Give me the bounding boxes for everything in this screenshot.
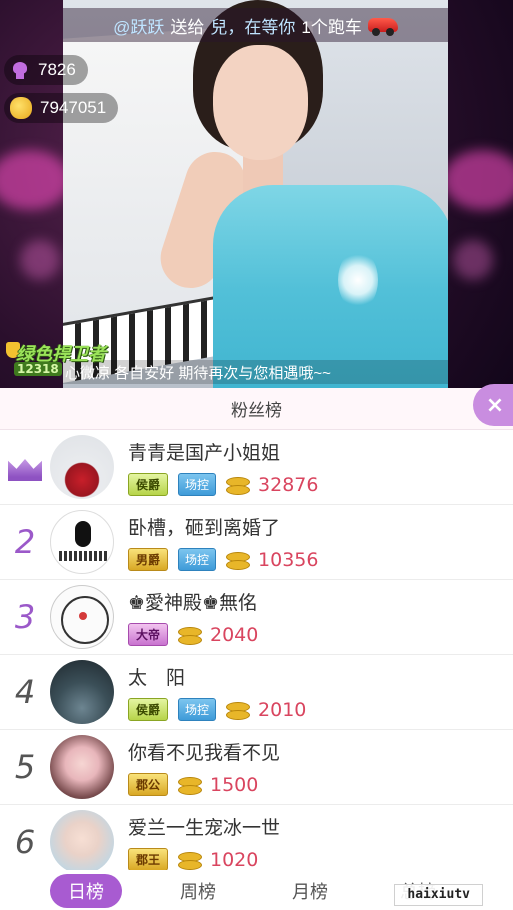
- coin-bag-icon: [10, 97, 32, 119]
- rank-number: 3: [14, 598, 36, 636]
- ranking-row[interactable]: 青青是国产小姐姐 侯爵 场控 32876: [0, 430, 513, 505]
- coin-count: 7947051: [40, 98, 107, 117]
- tab-daily[interactable]: 日榜: [50, 874, 122, 908]
- fan-info: 爱兰一生宠冰一世 郡王 1020: [128, 813, 280, 871]
- coin-icon: [226, 700, 251, 720]
- fan-meta: 侯爵 场控 32876: [128, 473, 318, 496]
- panel-title: 粉丝榜: [231, 401, 282, 421]
- fan-meta: 侯爵 场控 2010: [128, 698, 306, 721]
- fan-name: 卧槽，砸到离婚了: [128, 517, 281, 539]
- avatar[interactable]: [50, 435, 114, 499]
- rank-number: 4: [14, 673, 36, 711]
- logo-number: 12318: [14, 362, 62, 376]
- contribution-amount: 2010: [258, 698, 307, 721]
- rank-number: 2: [14, 523, 36, 561]
- fan-name: 青青是国产小姐姐: [128, 442, 281, 464]
- fan-meta: 郡王 1020: [128, 848, 280, 871]
- contribution-amount: 32876: [258, 473, 319, 496]
- coin-icon: [226, 475, 251, 495]
- avatar[interactable]: [50, 585, 114, 649]
- panel-header: 粉丝榜: [0, 388, 513, 430]
- contribution-amount: 1500: [210, 773, 259, 796]
- fan-name: 你看不见我看不见: [128, 742, 281, 764]
- fan-name: ♚愛神殿♚無佲: [128, 592, 258, 614]
- close-button[interactable]: ×: [473, 384, 513, 426]
- gift-action: 送给: [170, 17, 205, 37]
- fan-info: 青青是国产小姐姐 侯爵 场控 32876: [128, 438, 318, 496]
- sports-car-icon: [367, 18, 398, 36]
- rank-number: 6: [14, 823, 36, 861]
- admin-badge: 场控: [178, 473, 217, 496]
- gift-name: 1个跑车: [301, 17, 362, 37]
- coin-icon: [178, 775, 202, 795]
- dress-jewel: [338, 250, 378, 310]
- contribution-amount: 1020: [210, 848, 259, 871]
- noble-badge: 大帝: [128, 623, 168, 646]
- fan-meta: 男爵 场控 10356: [128, 548, 318, 571]
- fan-info: ♚愛神殿♚無佲 大帝 2040: [128, 588, 258, 646]
- gift-sender[interactable]: @跃跃: [113, 13, 164, 38]
- fan-name: 太 阳: [128, 667, 186, 689]
- coin-icon: [178, 625, 202, 645]
- stage-light: [453, 240, 493, 280]
- flower-icon: [10, 60, 30, 80]
- tab-weekly[interactable]: 周榜: [180, 878, 216, 904]
- watermark: haixiutv: [394, 884, 483, 906]
- noble-badge: 侯爵: [128, 473, 168, 496]
- avatar[interactable]: [50, 660, 114, 724]
- coin-count-pill[interactable]: 7947051: [4, 93, 119, 123]
- crown-icon: [6, 453, 44, 481]
- coin-icon: [178, 850, 202, 870]
- ranking-row[interactable]: 4 太 阳 侯爵 场控 2010: [0, 655, 513, 730]
- stage-light: [20, 240, 60, 280]
- admin-badge: 场控: [178, 698, 217, 721]
- ranking-row[interactable]: 3 ♚愛神殿♚無佲 大帝 2040: [0, 580, 513, 655]
- stage-light: [443, 150, 513, 210]
- tab-monthly[interactable]: 月榜: [292, 878, 328, 904]
- contribution-amount: 10356: [258, 548, 319, 571]
- fan-info: 卧槽，砸到离婚了 男爵 场控 10356: [128, 513, 318, 571]
- fan-ranking-panel: 粉丝榜 × 青青是国产小姐姐 侯爵 场控 32876 2 卧槽，砸到离婚了 男爵…: [0, 384, 513, 910]
- avatar[interactable]: [50, 510, 114, 574]
- ranking-row[interactable]: 6 爱兰一生宠冰一世 郡王 1020: [0, 805, 513, 880]
- admin-badge: 场控: [178, 548, 217, 571]
- avatar[interactable]: [50, 735, 114, 799]
- noble-badge: 侯爵: [128, 698, 168, 721]
- rank-number: 5: [14, 748, 36, 786]
- noble-badge: 郡公: [128, 773, 168, 796]
- rank-badge: [0, 453, 50, 481]
- flower-count-pill[interactable]: 7826: [4, 55, 88, 85]
- live-stream-view[interactable]: @跃跃 送给 兒，在等你 1个跑车 7826 7947051 心微凉 各自安好 …: [0, 0, 513, 390]
- contribution-amount: 2040: [210, 623, 259, 646]
- gift-target: 兒，在等你: [210, 17, 296, 37]
- ranking-row[interactable]: 2 卧槽，砸到离婚了 男爵 场控 10356: [0, 505, 513, 580]
- ranking-row[interactable]: 5 你看不见我看不见 郡公 1500: [0, 730, 513, 805]
- close-icon: ×: [485, 392, 505, 418]
- streamer-face: [213, 45, 308, 160]
- avatar[interactable]: [50, 810, 114, 874]
- coin-icon: [226, 550, 251, 570]
- stage-light: [0, 150, 70, 210]
- gift-banner: @跃跃 送给 兒，在等你 1个跑车: [63, 8, 448, 42]
- live-room-screen: @跃跃 送给 兒，在等你 1个跑车 7826 7947051 心微凉 各自安好 …: [0, 0, 513, 910]
- flower-count: 7826: [38, 60, 76, 79]
- noble-badge: 男爵: [128, 548, 168, 571]
- noble-badge: 郡王: [128, 848, 168, 871]
- fan-meta: 大帝 2040: [128, 623, 258, 646]
- fan-info: 太 阳 侯爵 场控 2010: [128, 663, 306, 721]
- fan-info: 你看不见我看不见 郡公 1500: [128, 738, 280, 796]
- fan-name: 爱兰一生宠冰一世: [128, 817, 281, 839]
- ranking-period-tabs: 日榜 周榜 月榜 总榜 haixiutv: [0, 870, 513, 910]
- streamer-video: [63, 0, 448, 388]
- fan-meta: 郡公 1500: [128, 773, 280, 796]
- channel-logo: 绿色捍卫者 12318: [6, 340, 128, 384]
- streamer-dress: [213, 185, 448, 388]
